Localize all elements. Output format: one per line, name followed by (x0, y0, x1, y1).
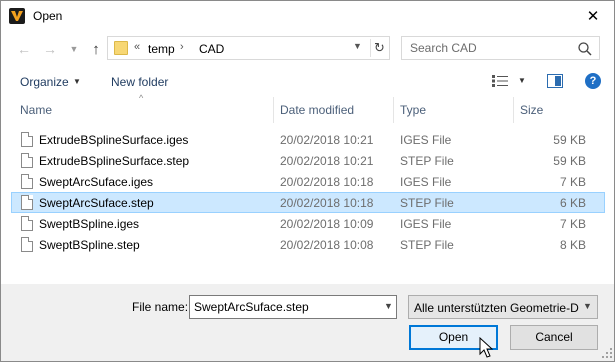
file-type: IGES File (400, 175, 452, 189)
column-header-size[interactable]: Size (520, 97, 543, 123)
file-date: 20/02/2018 10:09 (280, 217, 374, 231)
title-bar: Open ✕ (1, 1, 614, 31)
file-name-label: File name: (132, 300, 189, 314)
file-type: STEP File (400, 238, 454, 252)
file-name: ExtrudeBSplineSurface.step (39, 154, 190, 168)
view-dropdown-icon[interactable]: ▼ (518, 76, 526, 85)
search-input[interactable] (403, 38, 573, 58)
file-type: STEP File (400, 154, 454, 168)
column-divider[interactable] (513, 97, 514, 123)
column-header-name[interactable]: Name (20, 97, 52, 123)
file-row[interactable]: ExtrudeBSplineSurface.iges 20/02/2018 10… (11, 129, 605, 150)
chevron-down-icon: ▼ (583, 301, 592, 311)
close-button[interactable]: ✕ (573, 1, 613, 31)
column-divider[interactable] (273, 97, 274, 123)
file-icon (21, 216, 33, 231)
file-type: IGES File (400, 133, 452, 147)
command-bar: Organize ▼ New folder ▼ ? (1, 67, 614, 95)
file-icon (21, 132, 33, 147)
view-options-icon[interactable] (492, 75, 508, 87)
file-row[interactable]: SweptBSpline.step 20/02/2018 10:08 STEP … (11, 234, 605, 255)
arrow-up-icon: ↑ (92, 40, 100, 58)
file-size: 7 KB (559, 217, 586, 231)
file-icon (21, 195, 33, 210)
cancel-button[interactable]: Cancel (510, 325, 598, 350)
file-date: 20/02/2018 10:18 (280, 175, 374, 189)
open-dialog: Open ✕ ← → ▼ ↑ « temp › CAD ▼ ↻ Organize… (0, 0, 615, 362)
forward-button[interactable]: → (41, 40, 59, 58)
app-logo-icon (9, 8, 25, 24)
file-row[interactable]: SweptArcSuface.iges 20/02/2018 10:18 IGE… (11, 171, 605, 192)
file-size: 8 KB (559, 238, 586, 252)
file-icon (21, 237, 33, 252)
back-button[interactable]: ← (15, 40, 33, 58)
file-list: ^ Name Date modified Type Size ExtrudeBS… (11, 93, 605, 283)
file-row[interactable]: SweptBSpline.iges 20/02/2018 10:09 IGES … (11, 213, 605, 234)
close-icon: ✕ (586, 8, 600, 25)
window-title: Open (33, 9, 63, 23)
chevron-down-icon: ▼ (69, 44, 79, 54)
file-name: SweptArcSuface.step (39, 196, 154, 210)
breadcrumb-overflow[interactable]: « (134, 41, 140, 53)
file-name: SweptBSpline.iges (39, 217, 140, 231)
breadcrumb-temp[interactable]: temp (148, 42, 175, 56)
address-dropdown-icon[interactable]: ▼ (353, 41, 362, 51)
file-name: SweptArcSuface.iges (39, 175, 154, 189)
file-date: 20/02/2018 10:21 (280, 133, 374, 147)
file-size: 6 KB (559, 196, 586, 210)
file-row-selected[interactable]: SweptArcSuface.step 20/02/2018 10:18 STE… (11, 192, 605, 213)
folder-icon (114, 41, 128, 55)
file-name-input[interactable] (191, 297, 375, 317)
search-box[interactable] (401, 36, 600, 60)
dialog-footer: File name: ▼ Alle unterstützten Geometri… (1, 284, 614, 361)
help-icon[interactable]: ? (585, 73, 601, 89)
file-date: 20/02/2018 10:08 (280, 238, 374, 252)
file-date: 20/02/2018 10:18 (280, 196, 374, 210)
file-icon (21, 153, 33, 168)
refresh-button[interactable]: ↻ (370, 39, 388, 57)
file-type: STEP File (400, 196, 454, 210)
sort-ascending-icon: ^ (139, 93, 144, 103)
search-icon[interactable] (577, 41, 593, 57)
refresh-icon: ↻ (374, 40, 385, 55)
new-folder-button[interactable]: New folder (111, 75, 168, 89)
chevron-down-icon[interactable]: ▼ (384, 301, 393, 311)
file-size: 7 KB (559, 175, 586, 189)
file-name-combobox[interactable]: ▼ (189, 295, 397, 319)
file-name: SweptBSpline.step (39, 238, 140, 252)
file-size: 59 KB (553, 154, 586, 168)
file-date: 20/02/2018 10:21 (280, 154, 374, 168)
column-divider[interactable] (393, 97, 394, 123)
arrow-left-icon: ← (17, 41, 31, 57)
file-size: 59 KB (553, 133, 586, 147)
file-type-value: Alle unterstützten Geometrie-D (414, 301, 579, 315)
breadcrumb-separator-icon[interactable]: › (180, 41, 184, 53)
recent-locations-button[interactable]: ▼ (65, 40, 83, 58)
resize-grip-icon[interactable] (601, 347, 613, 359)
breadcrumb-cad[interactable]: CAD (199, 42, 224, 56)
arrow-right-icon: → (43, 41, 57, 57)
organize-button[interactable]: Organize (20, 75, 69, 89)
file-row[interactable]: ExtrudeBSplineSurface.step 20/02/2018 10… (11, 150, 605, 171)
address-bar[interactable]: « temp › CAD ▼ ↻ (107, 36, 390, 60)
preview-pane-icon[interactable] (547, 74, 563, 88)
file-icon (21, 174, 33, 189)
chevron-down-icon[interactable]: ▼ (73, 77, 81, 86)
file-type: IGES File (400, 217, 452, 231)
file-name: ExtrudeBSplineSurface.iges (39, 133, 189, 147)
column-header-date[interactable]: Date modified (280, 97, 354, 123)
column-header-type[interactable]: Type (400, 97, 426, 123)
mouse-cursor-icon (479, 337, 494, 358)
up-folder-button[interactable]: ↑ (87, 40, 105, 58)
file-type-select[interactable]: Alle unterstützten Geometrie-D ▼ (408, 295, 598, 319)
